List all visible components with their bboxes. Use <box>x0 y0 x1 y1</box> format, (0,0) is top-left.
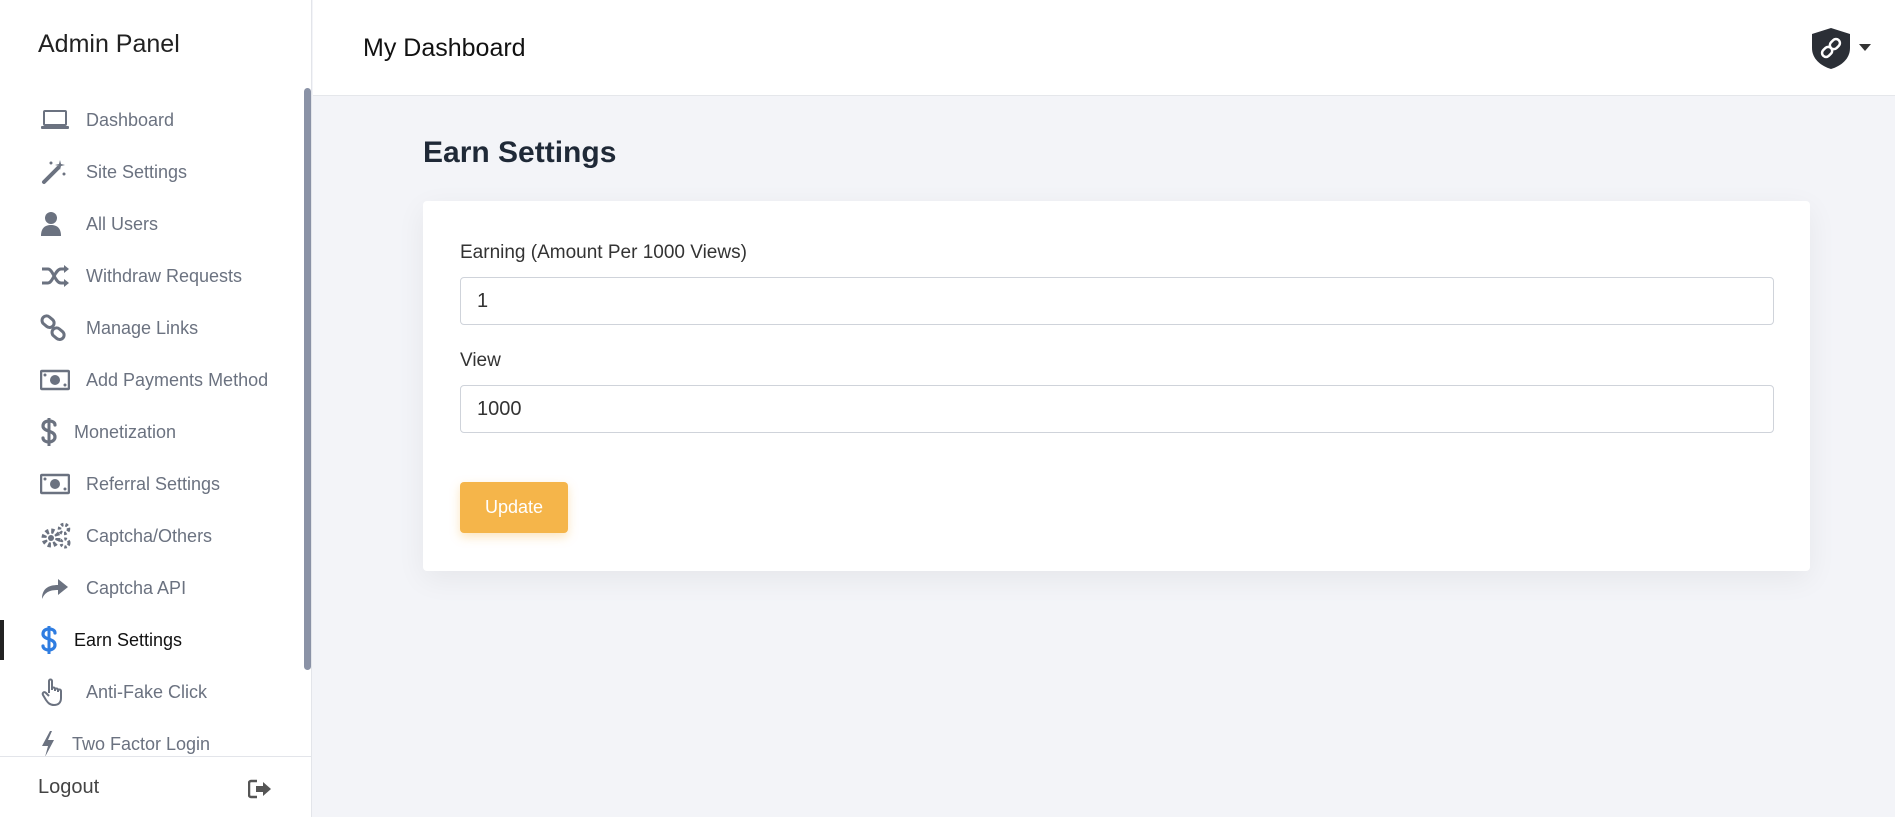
sign-out-icon[interactable] <box>247 779 272 804</box>
shield-link-icon[interactable] <box>1809 26 1853 70</box>
sidebar-item-label: All Users <box>86 213 159 234</box>
update-button[interactable]: Update <box>460 482 568 533</box>
brand-title: Admin Panel <box>38 30 180 58</box>
view-label: View <box>460 350 501 371</box>
sidebar-item-label: Captcha/Others <box>86 525 213 546</box>
sidebar: Admin Panel Dashboard Site Settings All … <box>0 0 312 817</box>
sidebar-item-earn-settings[interactable]: Earn Settings <box>0 614 300 666</box>
view-input[interactable] <box>460 385 1774 433</box>
logout-button[interactable]: Logout <box>0 756 312 817</box>
chevron-down-icon[interactable] <box>1859 44 1871 51</box>
earning-label: Earning (Amount Per 1000 Views) <box>460 242 747 263</box>
gears-icon <box>40 521 74 551</box>
sidebar-item-label: Two Factor Login <box>72 733 211 754</box>
earn-settings-card: Earning (Amount Per 1000 Views) View Upd… <box>423 201 1810 571</box>
laptop-icon <box>40 105 74 135</box>
hand-pointer-icon <box>40 677 74 707</box>
sidebar-item-anti-fake-click[interactable]: Anti-Fake Click <box>0 666 300 718</box>
sidebar-item-label: Manage Links <box>86 317 199 338</box>
shuffle-icon <box>40 261 74 291</box>
sidebar-item-monetization[interactable]: Monetization <box>0 406 300 458</box>
money-bill-icon <box>40 469 74 499</box>
dollar-icon <box>40 625 62 655</box>
sidebar-item-dashboard[interactable]: Dashboard <box>0 94 300 146</box>
share-arrow-icon <box>40 573 74 603</box>
sidebar-item-withdraw-requests[interactable]: Withdraw Requests <box>0 250 300 302</box>
sidebar-item-manage-links[interactable]: Manage Links <box>0 302 300 354</box>
bolt-icon <box>40 729 60 759</box>
sidebar-item-referral-settings[interactable]: Referral Settings <box>0 458 300 510</box>
sidebar-item-captcha-api[interactable]: Captcha API <box>0 562 300 614</box>
sidebar-item-label: Anti-Fake Click <box>86 681 208 702</box>
dollar-icon <box>40 417 62 447</box>
sidebar-item-label: Monetization <box>74 421 177 442</box>
earning-input[interactable] <box>460 277 1774 325</box>
link-icon <box>40 313 74 343</box>
sidebar-item-add-payments-method[interactable]: Add Payments Method <box>0 354 300 406</box>
sidebar-scrollbar[interactable] <box>304 88 311 670</box>
sidebar-item-label: Dashboard <box>86 109 175 130</box>
page-title: Earn Settings <box>423 136 617 169</box>
page-header-title: My Dashboard <box>363 34 526 62</box>
money-bill-icon <box>40 365 74 395</box>
sidebar-item-site-settings[interactable]: Site Settings <box>0 146 300 198</box>
sidebar-item-label: Captcha API <box>86 577 187 598</box>
magic-wand-icon <box>40 157 74 187</box>
sidebar-item-captcha-others[interactable]: Captcha/Others <box>0 510 300 562</box>
user-icon <box>40 209 74 239</box>
sidebar-item-label: Site Settings <box>86 161 188 182</box>
sidebar-item-label: Add Payments Method <box>86 369 269 390</box>
logout-label: Logout <box>38 775 100 798</box>
sidebar-item-label: Withdraw Requests <box>86 265 243 286</box>
sidebar-item-label: Referral Settings <box>86 473 221 494</box>
sidebar-nav: Dashboard Site Settings All Users Withdr… <box>0 94 300 770</box>
sidebar-item-label: Earn Settings <box>74 629 183 650</box>
top-bar: My Dashboard <box>313 0 1895 96</box>
sidebar-item-all-users[interactable]: All Users <box>0 198 300 250</box>
